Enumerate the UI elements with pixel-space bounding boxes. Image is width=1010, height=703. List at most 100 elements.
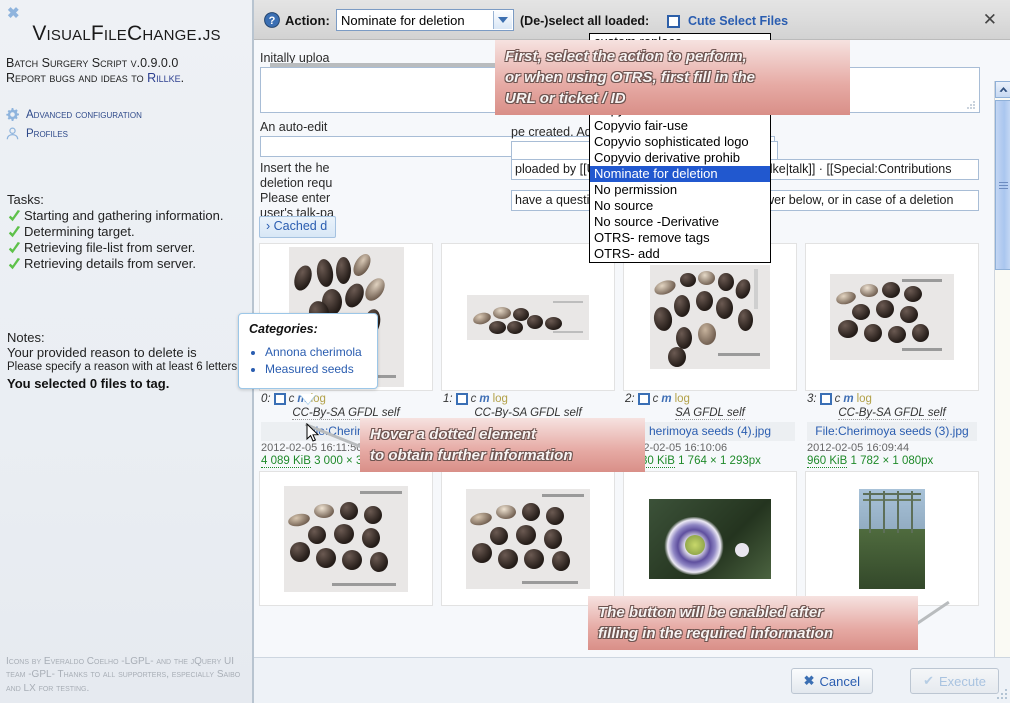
help-icon[interactable]: ? [264,12,280,28]
file-thumbnail[interactable] [805,243,979,391]
vertical-scrollbar[interactable] [994,81,1010,697]
check-icon: ✔ [923,673,935,688]
sidebar-close-icon[interactable]: ✖ [7,6,20,21]
file-thumbnail[interactable] [441,243,615,391]
sidebar-item-profiles[interactable]: Profiles [6,124,251,143]
file-checkbox[interactable] [637,393,650,405]
x-icon: ✖ [803,673,815,688]
scroll-up-button[interactable] [995,81,1010,98]
file-meta-row: 2: c m log [625,393,795,405]
file-size: 1 030 KiB 1 764 × 1 293px [625,455,795,468]
file-log-link[interactable]: log [493,393,508,405]
category-item[interactable]: Annona cherimola [265,344,367,361]
deselect-all-checkbox[interactable] [667,15,680,28]
task-item: Determining target. [7,224,247,240]
file-c-link[interactable]: c [835,393,841,405]
action-label: Action: [285,13,330,28]
cute-select-files-link[interactable]: Cute Select Files [688,14,788,28]
file-tile [441,471,615,606]
label-insert-line-3: Please enter [260,191,331,205]
file-checkbox[interactable] [819,393,832,405]
notes-line-2: Please specify a reason with at least 6 … [7,361,241,373]
file-log-link[interactable]: log [675,393,690,405]
callout-hover-hint: Hover a dotted element to obtain further… [360,418,645,472]
dialog-footer: ✖ Cancel ✔ Execute [254,657,1010,703]
file-size-value: 960 KiB [807,455,848,468]
file-thumbnail[interactable] [259,471,433,606]
file-c-link[interactable]: c [653,393,659,405]
callout-leader-line [270,63,500,67]
execute-button[interactable]: ✔ Execute [910,668,999,694]
sidebar-nav: Advanced configuration Profiles [6,105,251,143]
file-license[interactable]: CC-By-SA GFDL self [838,407,946,420]
sidebar: ✖ VisualFileChange.js Batch Surgery Scri… [0,0,253,703]
task-item: Retrieving details from server. [7,256,247,272]
file-dimensions: 1 782 × 1 080px [850,455,934,467]
file-thumbnail[interactable] [805,471,979,606]
report-line: Report bugs and ideas to Rillke. [6,71,251,86]
resize-grip-icon[interactable] [995,688,1008,701]
file-index: 0: [261,393,271,405]
gear-icon [6,108,19,121]
dropdown-option[interactable]: Copyvio derivative prohib [590,150,770,166]
grip-icon [999,181,1008,189]
file-tile [805,471,979,606]
rillke-link[interactable]: Rillke [147,71,181,85]
mouse-cursor-icon [306,422,320,446]
file-name[interactable]: herimoya seeds (4).jpg [625,422,795,441]
file-m-link[interactable]: m [661,393,671,405]
category-item[interactable]: Measured seeds [265,361,367,378]
label-insert-line-2: deletion requ [260,176,333,190]
dropdown-option-selected[interactable]: Nominate for deletion [590,166,770,182]
categories-popup-tail [300,394,316,404]
file-tile [623,471,797,606]
file-meta-row: 3: c m log [807,393,977,405]
dropdown-option[interactable]: Copyvio fair-use [590,118,770,134]
file-date: 2012-02-05 16:10:06 [625,442,728,454]
dropdown-option[interactable]: No source -Derivative [590,214,770,230]
tasks-heading: Tasks: [7,192,44,207]
report-suffix: . [180,71,185,85]
sidebar-item-label: Profiles [26,127,68,140]
dropdown-option[interactable]: No permission [590,182,770,198]
scrollbar-thumb[interactable] [995,100,1010,270]
label-auto-edit: An auto-edit [260,120,328,134]
close-icon[interactable]: ✕ [983,11,997,28]
file-thumbnail[interactable] [623,471,797,606]
svg-text:?: ? [269,15,276,27]
categories-list: Annona cherimola Measured seeds [249,344,367,378]
task-label: Determining target. [24,224,135,239]
tasks-panel: Tasks: Starting and gathering informatio… [7,192,247,272]
file-c-link[interactable]: c [471,393,477,405]
file-thumbnail[interactable] [441,471,615,606]
file-date: 2012-02-05 16:09:44 [807,442,910,454]
file-log-link[interactable]: log [857,393,872,405]
cancel-button[interactable]: ✖ Cancel [790,668,873,694]
file-name[interactable]: File:Cherimoya seeds (3).jpg [807,422,977,441]
check-icon [7,209,22,224]
dropdown-option[interactable]: OTRS- add [590,246,770,262]
file-checkbox[interactable] [455,393,468,405]
file-tile [259,471,433,606]
chevron-down-icon[interactable] [493,11,512,29]
file-m-link[interactable]: m [843,393,853,405]
sidebar-item-label: Advanced configuration [26,108,142,121]
deselect-all-label: (De-)select all loaded: [520,14,650,28]
file-license[interactable]: SA GFDL self [675,407,745,420]
file-m-link[interactable]: m [479,393,489,405]
cached-details-button[interactable]: › Cached d [259,216,337,238]
user-icon [6,127,19,140]
callout-select-action: First, select the action to perform, or … [495,40,850,115]
dropdown-option[interactable]: OTRS- remove tags [590,230,770,246]
file-c-link[interactable]: c [289,393,295,405]
sidebar-item-advanced-configuration[interactable]: Advanced configuration [6,105,251,124]
file-license-row: SA GFDL self [625,405,795,420]
dropdown-option[interactable]: No source [590,198,770,214]
file-thumbnail[interactable] [623,243,797,391]
action-select[interactable]: Nominate for deletion [336,9,514,31]
dropdown-option[interactable]: Copyvio sophisticated logo [590,134,770,150]
file-license-row: CC-By-SA GFDL self [807,405,977,420]
file-checkbox[interactable] [273,393,286,405]
resize-grip-icon[interactable] [966,100,976,110]
file-meta-row: 1: c m log [443,393,613,405]
